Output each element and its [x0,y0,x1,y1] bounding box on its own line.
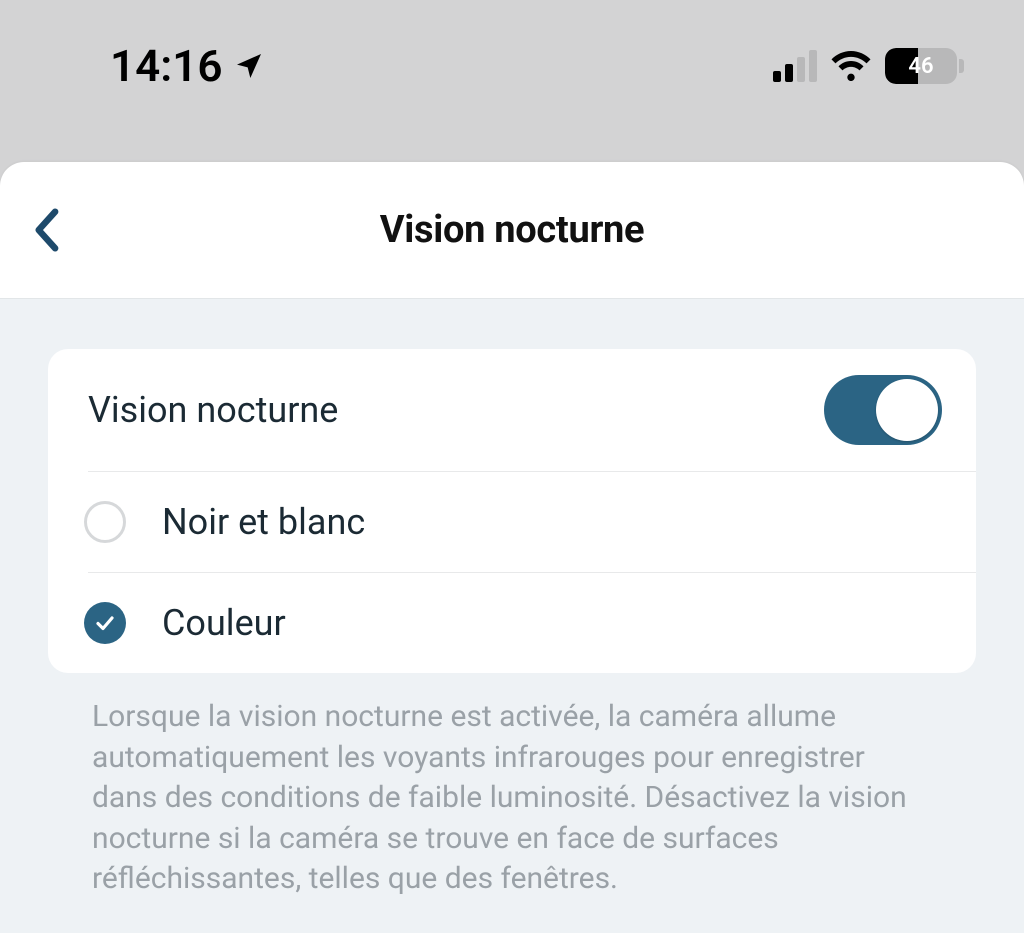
status-bar: 14:16 46 [0,40,1024,92]
status-time: 14:16 [110,40,223,92]
night-vision-toggle[interactable] [824,375,942,445]
settings-card: Vision nocturne Noir et blanc Couleur [48,349,976,673]
status-bar-left: 14:16 [110,40,265,92]
cellular-icon [773,50,817,82]
battery-percent: 46 [885,48,957,84]
status-bar-region: 14:16 46 [0,0,1024,162]
wifi-icon [831,51,871,81]
night-vision-label: Vision nocturne [88,389,338,431]
status-bar-right: 46 [773,48,964,84]
option-label: Couleur [162,602,286,644]
toggle-knob [876,379,938,441]
help-text: Lorsque la vision nocturne est activée, … [48,673,976,900]
chevron-left-icon [33,208,59,252]
back-button[interactable] [16,200,76,260]
option-black-white[interactable]: Noir et blanc [48,472,976,572]
location-icon [233,50,265,82]
radio-checked-icon [84,602,126,644]
battery-icon: 46 [885,48,964,84]
option-color[interactable]: Couleur [48,573,976,673]
page-title: Vision nocturne [380,208,645,252]
radio-unchecked-icon [84,501,126,543]
sheet-header-bar: Vision nocturne [0,162,1024,298]
night-vision-toggle-row: Vision nocturne [48,349,976,471]
option-label: Noir et blanc [162,501,365,543]
content-area: Vision nocturne Noir et blanc Couleur Lo… [0,298,1024,933]
